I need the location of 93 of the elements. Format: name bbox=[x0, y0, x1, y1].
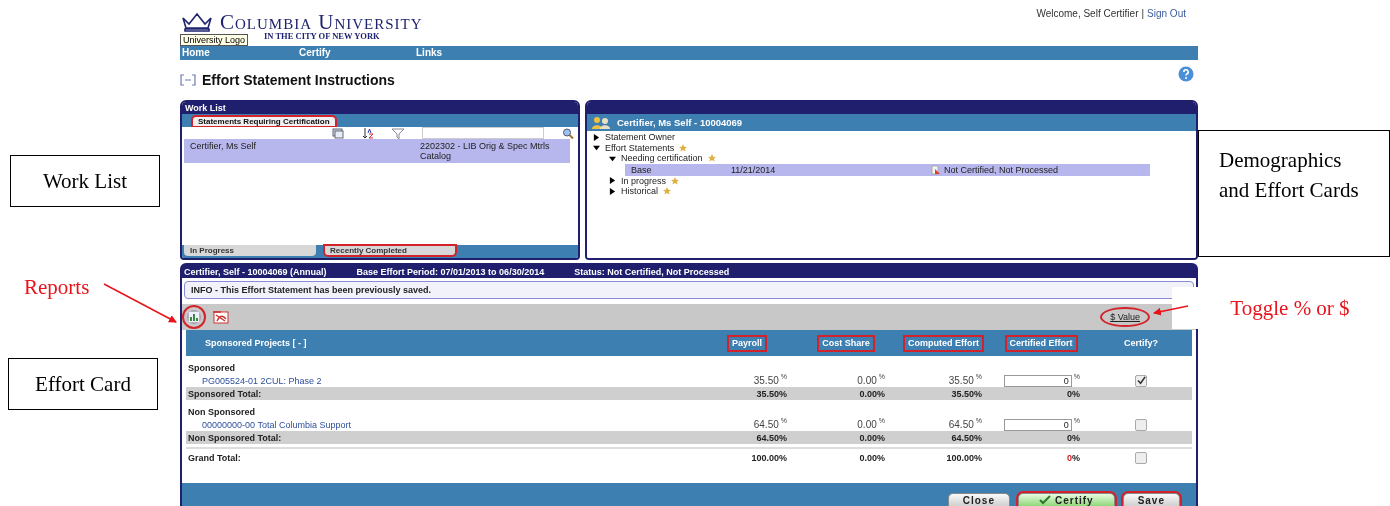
refresh-icon[interactable] bbox=[332, 127, 344, 139]
tree-item[interactable]: Statement Owner bbox=[605, 132, 676, 143]
computed-effort-value: 35.50 bbox=[948, 375, 974, 386]
computed-effort-value: 64.50 bbox=[948, 419, 974, 430]
callout-box: Demographics and Effort Cards bbox=[1198, 130, 1390, 257]
people-icon bbox=[591, 116, 613, 129]
total-value: 35.50% bbox=[756, 388, 787, 399]
section-title: Non Sponsored bbox=[187, 405, 256, 418]
info-message: INFO - This Effort Statement has been previously saved. bbox=[184, 281, 1194, 299]
certify-button[interactable]: Certify bbox=[1017, 493, 1115, 506]
triangle-down-icon[interactable] bbox=[593, 144, 600, 152]
university-name: Columbia University bbox=[220, 12, 423, 32]
grand-total-value: 0 bbox=[1066, 453, 1072, 463]
project-link[interactable]: PG005524-01 2CUL: Phase 2 bbox=[202, 375, 322, 386]
statement-name: 2202302 - LIB Orig & Spec Mtrls Catalog bbox=[420, 141, 551, 161]
check-icon bbox=[1038, 495, 1051, 505]
statement-date: 11/21/2014 bbox=[731, 164, 777, 175]
welcome-text: Welcome, Self Certifier bbox=[1036, 8, 1139, 19]
callout-box: Effort Card bbox=[8, 358, 158, 410]
panel-title: Certifier, Ms Self - 10004069 bbox=[617, 117, 743, 128]
sign-out-link[interactable]: Sign Out bbox=[1147, 8, 1186, 19]
tree-item[interactable]: Needing certification bbox=[621, 153, 703, 164]
tooltip: University Logo bbox=[180, 34, 249, 46]
effort-period: Base Effort Period: 07/01/2013 to 06/30/2014 bbox=[356, 266, 545, 277]
card-owner: Certifier, Self - 10004069 (Annual) bbox=[184, 266, 327, 277]
total-label: Sponsored Total: bbox=[188, 388, 262, 399]
panel-title: Work List bbox=[182, 102, 578, 114]
percent-sign: % bbox=[1072, 453, 1080, 463]
document-warning-icon bbox=[931, 164, 941, 175]
cost-share-value: 0.00 bbox=[857, 419, 877, 430]
payroll-value: 64.50 bbox=[753, 419, 779, 430]
triangle-right-icon[interactable] bbox=[609, 177, 616, 185]
cost-share-value: 0.00 bbox=[857, 375, 877, 386]
column-label: Sponsored Projects [ - ] bbox=[204, 336, 308, 350]
certify-checkbox[interactable] bbox=[1135, 374, 1147, 387]
total-label: Non Sponsored Total: bbox=[188, 432, 282, 443]
certified-effort-input[interactable]: 0 bbox=[1003, 374, 1072, 387]
triangle-down-icon[interactable] bbox=[609, 154, 616, 162]
tab[interactable]: Recently Completed bbox=[324, 245, 456, 256]
total-value: 0% bbox=[1067, 432, 1080, 443]
total-value: 64.50% bbox=[756, 432, 787, 443]
certify-checkbox[interactable] bbox=[1135, 452, 1147, 464]
total-value: 0.00% bbox=[859, 432, 885, 443]
value-toggle-link[interactable]: $ Value bbox=[1100, 307, 1150, 327]
certifier-name: Certifier, Ms Self bbox=[190, 141, 257, 153]
search-field[interactable] bbox=[422, 127, 544, 139]
statement-type: Base bbox=[631, 164, 653, 175]
column-label: Certify? bbox=[1123, 336, 1159, 350]
certify-checkbox[interactable] bbox=[1135, 418, 1147, 431]
total-value: 0.00% bbox=[859, 388, 885, 399]
grand-total-label: Grand Total: bbox=[188, 453, 241, 463]
grand-total-value: 100.00% bbox=[946, 453, 982, 463]
total-value: 64.50% bbox=[951, 432, 982, 443]
nav-item[interactable]: Home bbox=[180, 46, 297, 60]
tree-item[interactable]: Effort Statements bbox=[605, 142, 675, 153]
total-value: 35.50% bbox=[951, 388, 982, 399]
pdf-icon[interactable] bbox=[212, 310, 230, 324]
help-icon[interactable] bbox=[1178, 66, 1194, 82]
callout-arrow bbox=[1153, 305, 1189, 316]
separator: | bbox=[1141, 8, 1145, 19]
statement-status: Not Certified, Not Processed bbox=[944, 164, 1059, 175]
nav-item[interactable]: Links bbox=[414, 46, 531, 60]
grand-total-value: 0.00% bbox=[859, 453, 885, 463]
tab[interactable]: In Progress bbox=[184, 245, 316, 256]
action-button[interactable]: Save bbox=[1122, 493, 1180, 506]
report-icon[interactable] bbox=[184, 307, 204, 327]
filter-icon[interactable] bbox=[392, 127, 404, 139]
triangle-right-icon[interactable] bbox=[609, 187, 616, 195]
tree-item[interactable]: In progress bbox=[621, 175, 667, 186]
work-list-row[interactable]: Certifier, Ms Self 2202302 - LIB Orig & Spec Mtrls Catalog bbox=[184, 139, 570, 163]
statement-row[interactable]: Base 11/21/2014 Not Certified, Not Processed bbox=[625, 163, 1150, 176]
sort-icon[interactable] bbox=[362, 127, 374, 139]
university-subtitle: IN THE CITY OF NEW YORK bbox=[264, 32, 381, 41]
column-label: Cost Share bbox=[819, 336, 873, 350]
tree-item[interactable]: Historical bbox=[621, 186, 658, 197]
column-label: Payroll bbox=[729, 336, 765, 350]
callout-box: Work List bbox=[10, 155, 160, 207]
payroll-value: 35.50 bbox=[753, 375, 779, 386]
section-title: Sponsored bbox=[187, 361, 236, 374]
column-label: Certified Effort bbox=[1006, 336, 1076, 350]
triangle-right-icon[interactable] bbox=[593, 133, 600, 141]
grand-total-value: 100.00% bbox=[751, 453, 787, 463]
tab[interactable]: Statements Requiring Certification bbox=[192, 116, 336, 127]
card-status: Status: Not Certified, Not Processed bbox=[574, 266, 730, 277]
crown-logo-icon bbox=[180, 12, 214, 32]
total-value: 0% bbox=[1067, 388, 1080, 399]
project-link[interactable]: 00000000-00 Total Columbia Support bbox=[202, 419, 351, 430]
action-button[interactable]: Close bbox=[947, 493, 1010, 506]
search-icon[interactable] bbox=[562, 127, 574, 139]
nav-item[interactable]: Certify bbox=[297, 46, 414, 60]
certified-effort-input[interactable]: 0 bbox=[1003, 418, 1072, 431]
page-title: Effort Statement Instructions bbox=[202, 72, 395, 88]
column-label: Computed Effort bbox=[905, 336, 982, 350]
